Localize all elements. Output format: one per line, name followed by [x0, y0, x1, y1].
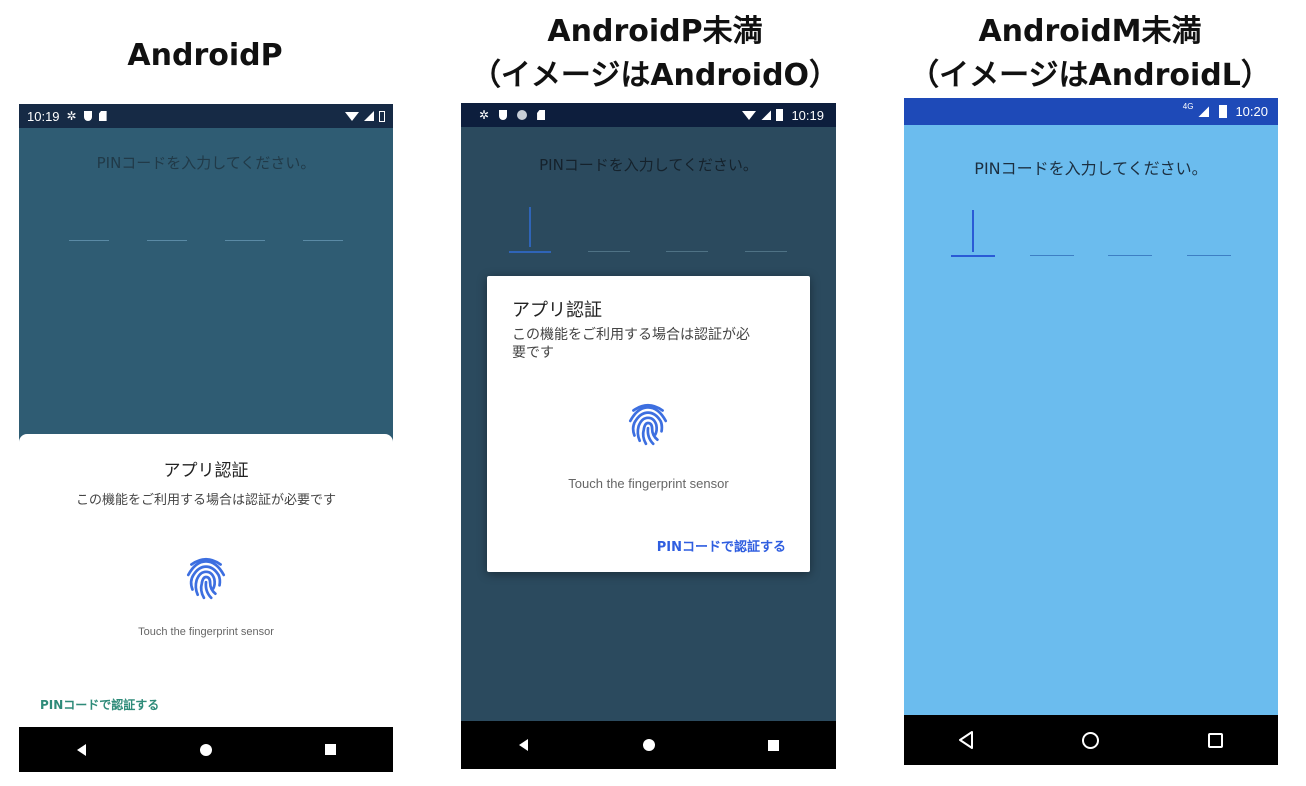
wifi-icon [345, 111, 359, 121]
pin-prompt: PINコードを入力してください。 [96, 154, 316, 172]
recents-button[interactable] [744, 721, 804, 769]
back-icon [76, 743, 86, 756]
pin-auth-button[interactable]: PINコードで認証する [40, 696, 159, 713]
pin-digit-2[interactable] [1030, 255, 1074, 256]
nav-bar [461, 721, 836, 769]
recents-button[interactable] [301, 727, 361, 772]
pin-cursor [972, 210, 974, 252]
recents-icon [1208, 732, 1224, 748]
heading-android-l-line1: AndroidM未満 [978, 14, 1202, 49]
shield-icon [83, 111, 92, 121]
gear-icon: ✲ [66, 109, 77, 123]
dialog-subtitle-line2: 要です [512, 345, 554, 361]
gear-icon: ✲ [479, 108, 490, 122]
battery-icon [379, 110, 385, 122]
status-bar: ✲ 10:19 [461, 103, 836, 127]
heading-android-o-line1: AndroidP未満 [547, 14, 763, 49]
dialog-subtitle-line1: この機能をご利用する場合は認証が必 [512, 327, 750, 343]
pin-digit-1[interactable] [69, 240, 109, 241]
pin-digit-3[interactable] [1108, 255, 1152, 256]
network-type: 4G [1182, 102, 1194, 111]
signal-icon [761, 110, 772, 120]
recents-icon [325, 744, 337, 755]
recents-icon [768, 739, 779, 751]
back-button[interactable] [51, 727, 111, 772]
clock: 10:19 [791, 107, 824, 123]
heading-android-l-line2: （イメージはAndroidL） [909, 58, 1271, 93]
dialog-title: アプリ認証 [512, 300, 602, 321]
pin-digit-2[interactable] [147, 240, 187, 241]
pin-digit-4[interactable] [1187, 255, 1231, 256]
biometric-dialog: アプリ認証 この機能をご利用する場合は認証が必 要です Touch the fi… [487, 276, 810, 572]
pin-cursor [529, 207, 531, 247]
signal-icon [364, 111, 374, 121]
pin-auth-button[interactable]: PINコードで認証する [657, 536, 786, 555]
pin-digit-3[interactable] [666, 251, 708, 252]
home-icon [199, 743, 212, 756]
signal-icon [1198, 106, 1210, 117]
battery-icon [1219, 105, 1228, 118]
phone-android-o: ✲ 10:19 PINコードを入力してください。 アプリ認証 この機能をご利用す… [461, 103, 836, 769]
battery-icon [776, 109, 784, 121]
sd-card-icon [537, 110, 546, 120]
heading-android-o-line2: （イメージはAndroidO） [470, 58, 840, 93]
status-bar: 10:19 ✲ [19, 104, 393, 128]
home-button[interactable] [176, 727, 236, 772]
biometric-bottom-sheet: アプリ認証 この機能をご利用する場合は認証が必要です Touch the fin… [19, 434, 393, 727]
wifi-icon [742, 110, 757, 120]
pin-digit-1[interactable] [509, 251, 551, 253]
back-button[interactable] [936, 715, 996, 765]
sensor-hint: Touch the fingerprint sensor [568, 476, 729, 491]
recents-button[interactable] [1186, 715, 1246, 765]
home-button[interactable] [619, 721, 679, 769]
fingerprint-icon [186, 557, 226, 600]
pin-digit-4[interactable] [745, 251, 787, 252]
phone-android-p: 10:19 ✲ PINコードを入力してください。 アプリ認証 この機能をご利用す… [19, 104, 393, 772]
back-icon [959, 731, 974, 749]
sd-card-icon [98, 111, 107, 121]
circle-icon [517, 110, 528, 120]
pin-digit-4[interactable] [303, 240, 343, 241]
status-bar: 4G 10:20 [904, 98, 1278, 125]
heading-android-p: AndroidP [127, 38, 283, 73]
phone-android-l: 4G 10:20 PINコードを入力してください。 [904, 98, 1278, 765]
pin-digit-3[interactable] [225, 240, 265, 241]
back-button[interactable] [494, 721, 554, 769]
home-icon [1082, 731, 1100, 749]
sheet-title: アプリ認証 [163, 461, 249, 481]
nav-bar [904, 715, 1278, 765]
fingerprint-icon [628, 403, 668, 446]
clock: 10:20 [1235, 104, 1268, 119]
sheet-subtitle: この機能をご利用する場合は認証が必要です [75, 493, 336, 508]
back-icon [519, 739, 528, 751]
home-button[interactable] [1061, 715, 1121, 765]
sensor-hint: Touch the fingerprint sensor [138, 626, 274, 638]
nav-bar [19, 727, 393, 772]
pin-prompt: PINコードを入力してください。 [539, 156, 758, 174]
shield-icon [499, 110, 508, 120]
pin-digit-2[interactable] [588, 251, 630, 252]
pin-digit-1[interactable] [951, 255, 995, 257]
clock: 10:19 [27, 108, 60, 124]
home-icon [642, 739, 655, 751]
pin-prompt: PINコードを入力してください。 [974, 159, 1208, 178]
